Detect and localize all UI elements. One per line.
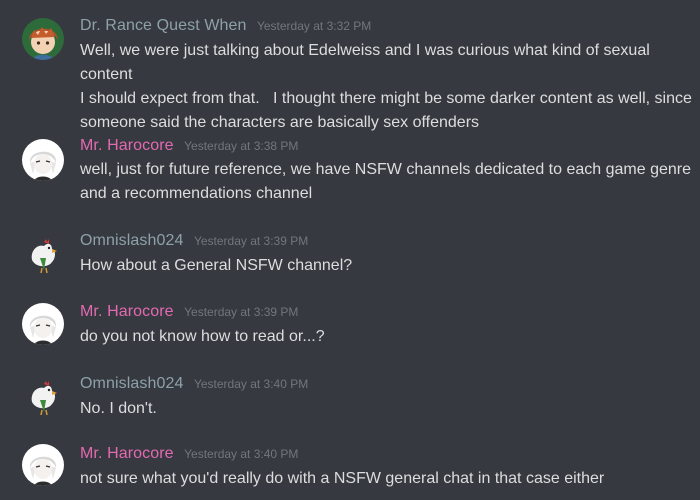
chicken-avatar-icon[interactable] [22,232,64,274]
chicken-avatar-icon[interactable] [22,374,64,416]
timestamp: Yesterday at 3:39 PM [184,305,299,319]
message-text: How about a General NSFW channel? [80,257,353,274]
timestamp: Yesterday at 3:39 PM [193,234,309,248]
chat-log: Dr. Rance Quest When Yesterday at 3:32 P… [0,0,700,500]
white-haired-character-avatar-icon[interactable] [22,303,64,345]
message-text: do you not know how to read or...? [80,328,325,345]
white-haired-character-avatar-icon[interactable] [22,139,64,181]
timestamp: Yesterday at 3:40 PM [184,447,299,461]
message-header: Mr. Harocore Yesterday at 3:40 PM [80,445,298,463]
message-text: well, just for future reference, we have… [80,161,691,202]
author-name[interactable]: Mr. Harocore [80,137,174,154]
message-header: Omnislash024 Yesterday at 3:39 PM [80,232,308,250]
author-name[interactable]: Mr. Harocore [80,303,174,320]
timestamp: Yesterday at 3:32 PM [256,19,372,33]
timestamp: Yesterday at 3:40 PM [193,377,309,391]
message-header: Omnislash024 Yesterday at 3:40 PM [80,375,308,393]
anime-boy-avatar-icon[interactable] [22,18,64,60]
message-text: No. I don't. [80,400,157,417]
message-header: Dr. Rance Quest When Yesterday at 3:32 P… [80,17,371,35]
author-name[interactable]: Dr. Rance Quest When [80,17,247,34]
white-haired-character-avatar-icon[interactable] [22,444,64,486]
message-header: Mr. Harocore Yesterday at 3:39 PM [80,303,298,321]
author-name[interactable]: Omnislash024 [80,375,183,392]
message-text: Well, we were just talking about Edelwei… [80,42,692,131]
author-name[interactable]: Mr. Harocore [80,445,174,462]
message-header: Mr. Harocore Yesterday at 3:38 PM [80,137,298,155]
timestamp: Yesterday at 3:38 PM [184,139,299,153]
message-text: not sure what you'd really do with a NSF… [80,470,605,487]
author-name[interactable]: Omnislash024 [80,232,183,249]
